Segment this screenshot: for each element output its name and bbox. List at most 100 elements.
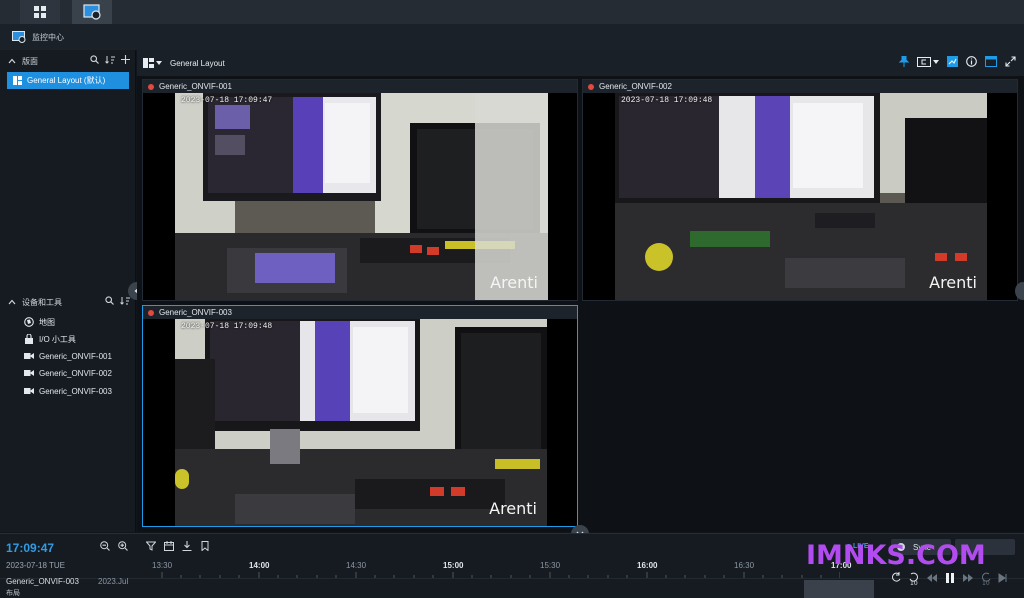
device-item-label: 地图 [39,317,55,327]
device-item-camera-003[interactable]: Generic_ONVIF-003 [24,384,112,398]
camera-tile[interactable]: Generic_ONVIF-002 2023-07-18 17:09:48 Ar… [582,79,1018,301]
site-watermark: IMNKS.COM [806,540,986,571]
sort-icon[interactable] [105,55,115,64]
sort-icon[interactable] [120,296,130,305]
camera-icon [24,353,34,359]
camera-icon [24,388,34,394]
camera-timestamp: 2023-07-18 17:09:48 [621,96,713,105]
zoom-out-icon[interactable] [100,541,110,551]
surveillance-center-icon [12,31,26,43]
camera-brand-watermark: Arenti [929,273,977,292]
timeline-tick: 14:00 [249,561,270,570]
device-item-label: I/O 小工具 [39,334,76,344]
add-icon[interactable] [121,55,130,64]
layouts-section-title: 版面 [22,56,38,66]
device-item-label: Generic_ONVIF-003 [39,386,112,396]
camera-feed-image [615,93,987,300]
camera-brand-watermark: Arenti [489,499,537,518]
map-icon [24,317,34,327]
rewind-icon[interactable] [890,571,902,585]
camera-tile-header: Generic_ONVIF-001 [143,80,577,93]
camera-name: Generic_ONVIF-002 [599,82,672,91]
camera-video: 2023-07-18 17:09:48 Arenti [175,319,547,526]
svg-text:10: 10 [982,580,990,585]
recording-dot [148,309,154,316]
download-icon[interactable] [182,541,192,551]
layout-switcher[interactable] [143,58,162,68]
camera-feed-image [175,93,548,300]
devices-section-header[interactable]: 设备和工具 [0,292,136,312]
app-title: 监控中心 [32,32,64,42]
chevron-up-icon[interactable] [8,58,16,64]
chevron-up-icon[interactable] [8,299,16,305]
surveillance-tab[interactable] [72,0,112,24]
zoom-in-icon[interactable] [118,541,128,551]
main-menu-tab[interactable] [20,0,60,24]
top-bar [0,0,1024,24]
devices-section-title: 设备和工具 [22,297,62,307]
layouts-section-header[interactable]: 版面 [0,51,136,71]
sidebar: 版面 General Layout (默认) 设备和工具 地图 I/O 小工具 … [0,50,136,532]
camera-video: 2023-07-18 17:09:48 Arenti [615,93,987,300]
timeline-tick: 15:30 [540,561,561,570]
step-forward-icon[interactable] [962,573,974,583]
calendar-icon[interactable] [164,541,174,551]
search-icon[interactable] [90,55,99,64]
device-item-map[interactable]: 地图 [24,315,55,329]
timeline-layout-label: 布局 [6,590,20,597]
camera-name: Generic_ONVIF-003 [159,308,232,317]
device-item-label: Generic_ONVIF-001 [39,351,112,361]
skip-forward-10-icon[interactable]: 10 [980,571,992,585]
recording-segment[interactable] [804,580,874,598]
step-back-icon[interactable] [926,573,938,583]
camera-tile-header: Generic_ONVIF-003 [143,306,577,319]
stream-icon [917,56,931,67]
device-item-camera-001[interactable]: Generic_ONVIF-001 [24,349,112,363]
pin-icon[interactable] [899,56,909,67]
caret-down-icon [156,61,162,65]
timeline-tick: 16:30 [734,561,755,570]
camera-timestamp: 2023-07-18 17:09:48 [181,322,273,331]
layout-icon [143,58,154,68]
skip-back-10-icon[interactable]: 10 [908,571,920,585]
camera-feed-image [175,319,547,526]
camera-timestamp: 2023-07-18 17:09:47 [181,96,273,105]
pause-icon[interactable] [944,572,956,584]
next-page-button[interactable] [1015,282,1024,300]
timeline-tick: 14:30 [346,561,367,570]
window-title-bar: 监控中心 [0,24,1024,50]
timeline-month-label: 2023.Jul [98,577,129,586]
timeline-camera-label: Generic_ONVIF-003 [6,577,79,586]
device-item-io-widget[interactable]: I/O 小工具 [24,332,76,346]
device-item-label: Generic_ONVIF-002 [39,368,112,378]
camera-tile-header: Generic_ONVIF-002 [583,80,1017,93]
camera-brand-watermark: Arenti [490,273,538,292]
layout-icon [13,76,22,85]
camera-tile[interactable]: Generic_ONVIF-001 2023-07-18 17:09:47 Ar… [142,79,578,301]
current-date: 2023-07-18 TUE [6,561,65,570]
camera-icon [24,370,34,376]
filter-icon[interactable] [146,541,156,551]
svg-text:10: 10 [910,580,918,585]
fullscreen-icon[interactable] [1005,56,1016,67]
info-icon[interactable] [966,56,977,67]
timeline-tick: 15:00 [443,561,464,570]
stream-quality-dropdown[interactable] [917,56,939,67]
camera-tile-selected[interactable]: Generic_ONVIF-003 2023-07-18 17:09:48 Ar… [142,305,578,527]
next-frame-icon[interactable] [998,573,1008,583]
layout-name: General Layout [170,58,225,68]
snapshot-icon[interactable] [947,56,958,67]
search-icon[interactable] [105,296,114,305]
playback-controls: 10 10 [890,571,1008,585]
live-view-area: General Layout Generic_ONVIF-001 2023-07… [137,50,1024,532]
layout-item-general[interactable]: General Layout (默认) [7,72,129,89]
io-widget-icon [25,334,33,344]
window-icon[interactable] [985,56,997,67]
live-view-toolbar: General Layout [137,50,1024,76]
surveillance-center-icon [83,4,101,20]
device-item-camera-002[interactable]: Generic_ONVIF-002 [24,366,112,380]
recording-dot [588,83,594,90]
camera-video: 2023-07-18 17:09:47 Arenti [175,93,548,300]
apps-grid-icon [34,6,46,18]
bookmark-icon[interactable] [200,541,210,551]
